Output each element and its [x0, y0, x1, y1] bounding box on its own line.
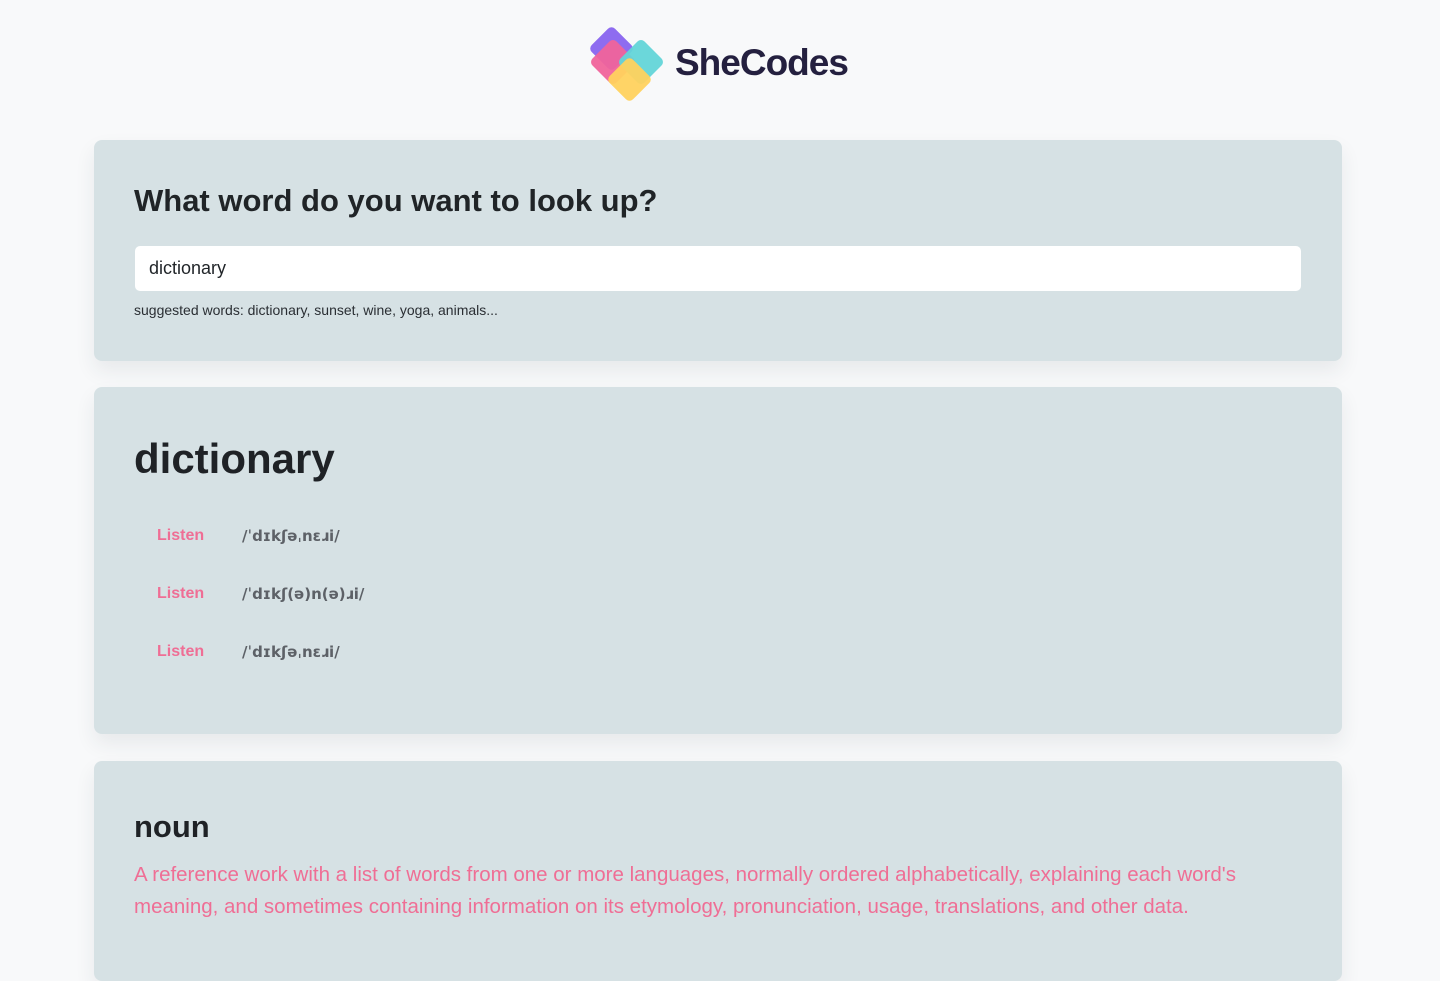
shecodes-logo-text: SheCodes [675, 42, 849, 83]
phonetic-text: /ˈdɪkʃ(ə)n(ə)ɹi/ [242, 585, 365, 603]
search-input[interactable] [135, 246, 1301, 291]
search-card: What word do you want to look up? sugges… [94, 140, 1342, 361]
part-of-speech: noun [134, 809, 210, 844]
listen-button[interactable]: Listen [157, 583, 204, 605]
shecodes-logo-icon [590, 27, 663, 101]
word-result-card: dictionary Listen /ˈdɪkʃəˌnɛɹi/ Listen /… [94, 387, 1342, 734]
phonetic-item: Listen /ˈdɪkʃəˌnɛɹi/ [157, 525, 757, 547]
page-header: SheCodes [0, 0, 1440, 120]
listen-button[interactable]: Listen [157, 641, 204, 663]
search-heading: What word do you want to look up? [134, 183, 658, 218]
phonetic-item: Listen /ˈdɪkʃəˌnɛɹi/ [157, 641, 757, 663]
meaning-card: noun A reference work with a list of wor… [94, 761, 1342, 981]
phonetic-text: /ˈdɪkʃəˌnɛɹi/ [242, 643, 340, 661]
result-word-title: dictionary [134, 435, 335, 482]
phonetics-list: Listen /ˈdɪkʃəˌnɛɹi/ Listen /ˈdɪkʃ(ə)n(ə… [157, 525, 757, 699]
phonetic-item: Listen /ˈdɪkʃ(ə)n(ə)ɹi/ [157, 583, 757, 605]
listen-button[interactable]: Listen [157, 525, 204, 547]
phonetic-text: /ˈdɪkʃəˌnɛɹi/ [242, 527, 340, 545]
definition-text: A reference work with a list of words fr… [134, 863, 1236, 918]
suggested-words-hint: suggested words: dictionary, sunset, win… [134, 302, 498, 318]
shecodes-logo[interactable]: SheCodes [588, 25, 858, 103]
